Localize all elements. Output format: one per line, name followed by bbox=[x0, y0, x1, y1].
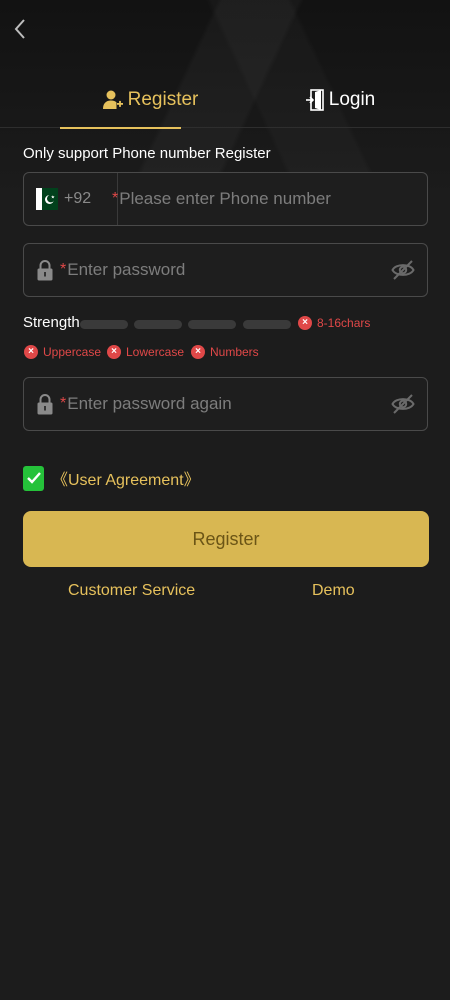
rule-lowercase-label: Lowercase bbox=[126, 345, 185, 359]
rule-numbers: × Numbers bbox=[191, 345, 259, 359]
lock-icon bbox=[37, 394, 53, 415]
rule-uppercase-label: Uppercase bbox=[43, 345, 102, 359]
agreement-checkbox[interactable] bbox=[23, 465, 44, 491]
phone-field: +92 * bbox=[23, 172, 428, 226]
phone-input-wrap: * bbox=[112, 173, 400, 225]
register-button[interactable]: Register bbox=[23, 511, 429, 567]
x-circle-icon: × bbox=[191, 345, 205, 359]
required-mark: * bbox=[112, 190, 119, 207]
rule-lowercase: × Lowercase bbox=[107, 345, 184, 359]
demo-link[interactable]: Demo bbox=[312, 582, 355, 600]
phone-input[interactable] bbox=[119, 184, 400, 214]
back-button[interactable] bbox=[8, 14, 32, 44]
country-code-selector[interactable]: +92 bbox=[36, 173, 118, 225]
confirm-password-input-wrap: * bbox=[60, 378, 348, 430]
tab-login-label: Login bbox=[328, 89, 376, 110]
required-mark: * bbox=[60, 395, 67, 412]
required-mark: * bbox=[60, 261, 67, 278]
country-code: +92 bbox=[64, 190, 92, 207]
auth-tabs: Register Login bbox=[0, 72, 450, 129]
strength-bar bbox=[80, 320, 128, 329]
strength-bar bbox=[134, 320, 182, 329]
eye-off-icon[interactable] bbox=[391, 259, 415, 281]
register-subtitle: Only support Phone number Register bbox=[23, 145, 271, 162]
x-circle-icon: × bbox=[298, 316, 312, 330]
pakistan-flag-icon bbox=[36, 188, 58, 210]
tab-register[interactable]: Register bbox=[60, 72, 240, 129]
rule-length-label: 8-16chars bbox=[317, 316, 371, 330]
confirm-password-field: * bbox=[23, 377, 428, 431]
register-page: Register Login Only support Phone number… bbox=[0, 0, 450, 1000]
strength-label: Strength bbox=[23, 314, 80, 331]
password-input[interactable] bbox=[67, 255, 348, 285]
eye-off-icon[interactable] bbox=[391, 393, 415, 415]
strength-bar bbox=[243, 320, 291, 329]
rule-numbers-label: Numbers bbox=[210, 345, 259, 359]
user-add-icon bbox=[102, 90, 123, 109]
tab-register-label: Register bbox=[127, 89, 199, 110]
rule-uppercase: × Uppercase bbox=[24, 345, 101, 359]
confirm-password-input[interactable] bbox=[67, 389, 348, 419]
chevron-left-icon bbox=[14, 19, 25, 39]
x-circle-icon: × bbox=[24, 345, 38, 359]
lock-icon bbox=[37, 260, 53, 281]
tab-login[interactable]: Login bbox=[250, 72, 430, 128]
door-enter-icon bbox=[305, 89, 324, 111]
password-field: * bbox=[23, 243, 428, 297]
user-agreement-link[interactable]: 《User Agreement》 bbox=[52, 466, 200, 490]
password-strength: Strength × 8-16chars bbox=[23, 313, 428, 335]
rule-length: × 8-16chars bbox=[298, 316, 370, 330]
x-circle-icon: × bbox=[107, 345, 121, 359]
check-icon bbox=[26, 472, 41, 484]
password-input-wrap: * bbox=[60, 244, 348, 296]
user-agreement-row: 《User Agreement》 bbox=[23, 464, 200, 492]
customer-service-link[interactable]: Customer Service bbox=[68, 582, 195, 600]
strength-bar bbox=[188, 320, 236, 329]
